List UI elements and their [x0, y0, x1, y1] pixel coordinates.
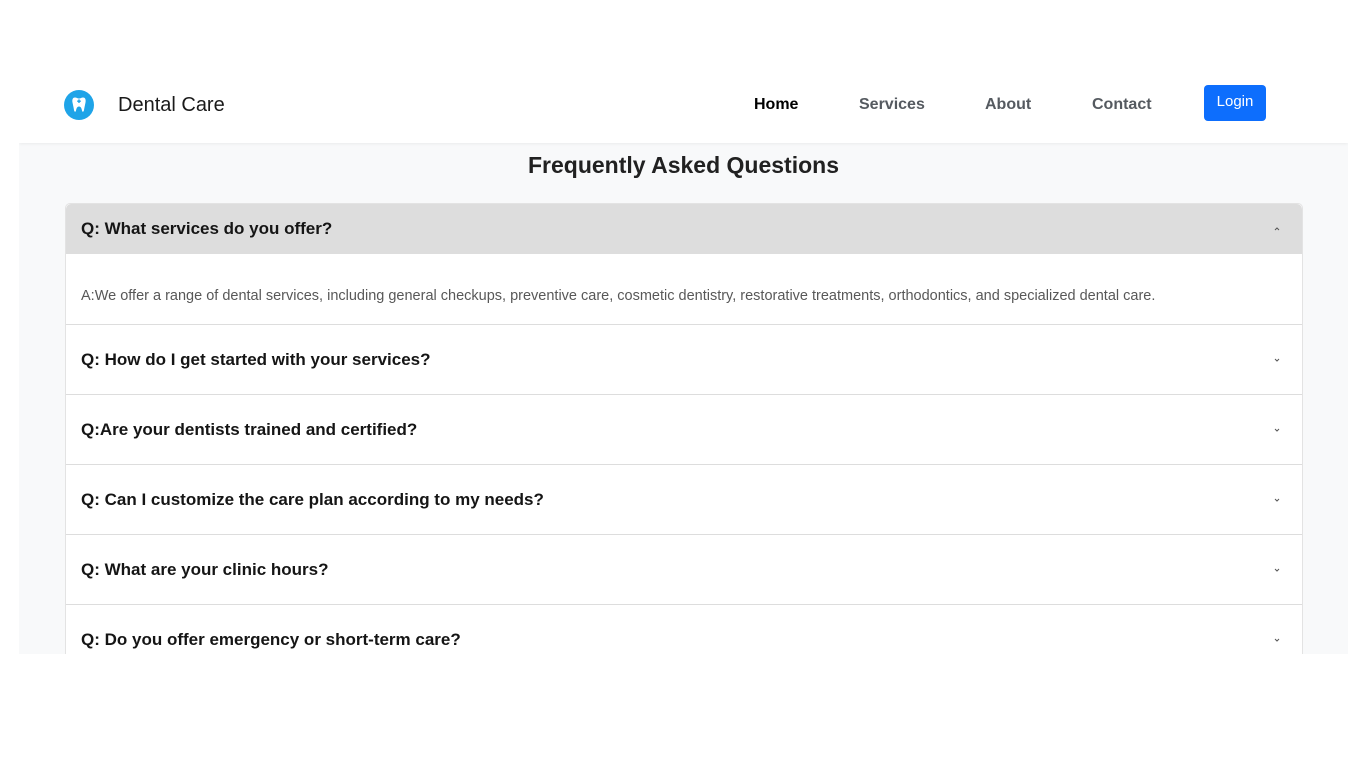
- chevron-down-icon: [1274, 498, 1280, 502]
- faq-question-header[interactable]: Q: How do I get started with your servic…: [66, 325, 1302, 394]
- page-frame: Dental Care Home Services About Contact …: [19, 66, 1348, 654]
- tooth-icon: [64, 90, 94, 120]
- faq-question-header[interactable]: Q: Can I customize the care plan accordi…: [66, 465, 1302, 534]
- chevron-down-icon: [1274, 638, 1280, 642]
- faq-question: Q: Can I customize the care plan accordi…: [81, 489, 544, 509]
- faq-accordion: Q: What services do you offer? A:We offe…: [65, 203, 1303, 654]
- faq-item: Q:Are your dentists trained and certifie…: [66, 395, 1302, 465]
- faq-question: Q: What services do you offer?: [81, 219, 333, 238]
- chevron-down-icon: [1274, 358, 1280, 362]
- faq-question: Q: How do I get started with your servic…: [81, 349, 431, 369]
- login-button[interactable]: Login: [1204, 85, 1266, 121]
- nav-contact[interactable]: Contact: [1092, 96, 1152, 114]
- faq-question: Q: Do you offer emergency or short-term …: [81, 629, 461, 649]
- navbar: Dental Care Home Services About Contact …: [19, 66, 1348, 143]
- chevron-down-icon: [1274, 568, 1280, 572]
- faq-item: Q: How do I get started with your servic…: [66, 325, 1302, 395]
- nav-about[interactable]: About: [985, 96, 1031, 114]
- faq-question-header[interactable]: Q: Do you offer emergency or short-term …: [66, 605, 1302, 654]
- brand[interactable]: Dental Care: [64, 90, 225, 120]
- chevron-up-icon: [1274, 227, 1280, 231]
- faq-question: Q:Are your dentists trained and certifie…: [81, 419, 418, 439]
- faq-title: Frequently Asked Questions: [528, 152, 839, 178]
- nav-home[interactable]: Home: [754, 96, 798, 114]
- faq-question-header[interactable]: Q:Are your dentists trained and certifie…: [66, 395, 1302, 464]
- faq-question-header[interactable]: Q: What are your clinic hours?: [66, 535, 1302, 604]
- faq-item: Q: What services do you offer? A:We offe…: [66, 204, 1302, 325]
- faq-item: Q: Can I customize the care plan accordi…: [66, 465, 1302, 535]
- brand-name: Dental Care: [118, 93, 225, 116]
- chevron-down-icon: [1274, 428, 1280, 432]
- faq-answer: A:We offer a range of dental services, i…: [81, 288, 1156, 304]
- faq-question-header[interactable]: Q: What services do you offer?: [66, 204, 1302, 254]
- faq-question: Q: What are your clinic hours?: [81, 559, 329, 579]
- nav-services[interactable]: Services: [859, 96, 925, 114]
- faq-item: Q: Do you offer emergency or short-term …: [66, 605, 1302, 654]
- faq-item: Q: What are your clinic hours?: [66, 535, 1302, 605]
